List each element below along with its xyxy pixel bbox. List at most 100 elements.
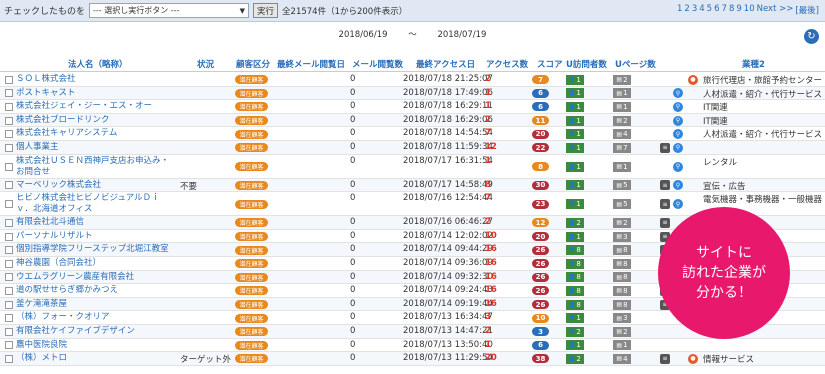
row-checkbox[interactable] xyxy=(5,246,13,255)
table-row[interactable]: ポストキャスト 潜在顧客 0 2018/07/18 17:49:06 1 6 👤 1 ▤ 1 ⚲ 人材… xyxy=(0,86,825,101)
company-name-link[interactable]: 釜ケ滝滝茶屋 xyxy=(16,299,176,310)
company-name-link[interactable]: 有限会社ケイファイブデザイン xyxy=(16,326,176,337)
search-icon[interactable]: ⚲ xyxy=(673,142,683,153)
row-checkbox[interactable] xyxy=(5,89,13,98)
row-checkbox[interactable] xyxy=(5,232,13,241)
table-row[interactable]: 個人事業主 潜在顧客 0 2018/07/18 11:59:34 12 22 👤 1 ▤ 7 ≡ ⚲ xyxy=(0,141,825,155)
col-u-visitors[interactable]: U訪問者数 xyxy=(566,58,607,70)
company-name-link[interactable]: （株）フォー・クオリア xyxy=(16,312,176,323)
tag-icon[interactable]: ● xyxy=(688,74,698,85)
col-u-pages[interactable]: Uページ数 xyxy=(615,58,656,70)
u-pages-badge: ▤ 2 xyxy=(613,326,631,337)
row-checkbox[interactable] xyxy=(5,116,13,125)
page-link[interactable]: 2 xyxy=(684,4,689,16)
company-name-link[interactable]: 個別指導学院フリーステップ北堀江教室 xyxy=(16,244,176,255)
row-checkbox[interactable] xyxy=(5,130,13,139)
industry-text: 旅行代理店・旅館予約センター xyxy=(703,76,823,86)
company-name-link[interactable]: ＳＯＬ株式会社 xyxy=(16,74,176,85)
search-icon[interactable]: ⚲ xyxy=(673,115,683,126)
page-link[interactable]: 10 xyxy=(744,4,755,16)
action-select[interactable]: --- 選択し実行ボタン --- ▼ xyxy=(89,3,250,18)
table-row[interactable]: 鷹中医院良院 潜在顧客 0 2018/07/13 13:50:40 1 6 👤 1 ▤ 1 xyxy=(0,339,825,353)
row-checkbox[interactable] xyxy=(5,314,13,323)
mail-count: 0 xyxy=(350,339,356,350)
document-icon[interactable]: ≡ xyxy=(660,217,670,228)
search-icon[interactable]: ⚲ xyxy=(673,88,683,99)
page-link[interactable]: 8 xyxy=(729,4,734,16)
mail-count: 0 xyxy=(350,244,356,255)
table-row[interactable]: 株式会社ジェイ・ジー・エス・オー 潜在顧客 0 2018/07/18 16:29:11… xyxy=(0,100,825,114)
table-row[interactable]: ＳＯＬ株式会社 潜在顧客 0 2018/07/18 21:25:07 2 7 👤 1 ▤ 2 ● 旅行… xyxy=(0,73,825,87)
search-icon[interactable]: ⚲ xyxy=(673,199,683,210)
search-icon[interactable]: ⚲ xyxy=(673,101,683,112)
company-name-link[interactable]: 鷹中医院良院 xyxy=(16,340,176,351)
company-name-link[interactable]: パーソナルリザルト xyxy=(16,231,176,242)
company-name-link[interactable]: ポストキャスト xyxy=(16,88,176,99)
document-icon[interactable]: ≡ xyxy=(660,142,670,153)
row-checkbox[interactable] xyxy=(5,218,13,227)
date-from[interactable]: 2018/06/19 xyxy=(339,30,388,40)
date-to[interactable]: 2018/07/19 xyxy=(437,30,486,40)
tag-icon[interactable]: ● xyxy=(688,353,698,364)
document-icon[interactable]: ≡ xyxy=(660,180,670,191)
company-name-link[interactable]: マーベリック株式会社 xyxy=(16,180,176,191)
company-name-link[interactable]: 有限会社北斗通信 xyxy=(16,217,176,228)
page-link[interactable]: Next >> xyxy=(757,4,794,16)
company-name-link[interactable]: ヒビノ株式会社ヒビノビジュアルＤｉｖ．北海道オフィス xyxy=(16,193,176,215)
table-row[interactable]: 株式会社ブロードリンク 潜在顧客 0 2018/07/18 16:29:06 2 11 👤 1… xyxy=(0,113,825,128)
company-name-link[interactable]: 株式会社ジェイ・ジー・エス・オー xyxy=(16,101,176,112)
row-checkbox[interactable] xyxy=(5,162,13,171)
col-last-mail[interactable]: 最終メール閲覧日 xyxy=(277,58,345,70)
col-name[interactable]: 法人名（略称） xyxy=(68,58,128,70)
page-link[interactable]: 6 xyxy=(714,4,719,16)
company-name-link[interactable]: ウエムラグリーン農産有限会社 xyxy=(16,272,176,283)
search-icon[interactable]: ⚲ xyxy=(673,161,683,172)
col-score[interactable]: スコア xyxy=(537,58,563,70)
page-link[interactable]: 9 xyxy=(736,4,741,16)
row-checkbox[interactable] xyxy=(5,75,13,84)
company-name-link[interactable]: 個人事業主 xyxy=(16,142,176,153)
table-row[interactable]: （株）メトロ ターゲット外 潜在顧客 0 2018/07/13 11:29:54 20 38… xyxy=(0,352,825,366)
page-link[interactable]: 1 xyxy=(677,4,682,16)
row-checkbox[interactable] xyxy=(5,286,13,295)
row-checkbox[interactable] xyxy=(5,341,13,350)
col-category[interactable]: 顧客区分 xyxy=(236,58,270,70)
row-checkbox[interactable] xyxy=(5,181,13,190)
company-name-link[interactable]: 株式会社キャリアシステム xyxy=(16,128,176,139)
col-last-access[interactable]: 最終アクセス日 xyxy=(416,58,475,70)
table-row[interactable]: 株式会社ＵＳＥＮ西神戸支店お申込み・お問合せ 潜在顧客 0 2018/07/17 16… xyxy=(0,155,825,179)
col-industry[interactable]: 業種2 xyxy=(742,58,765,70)
row-checkbox[interactable] xyxy=(5,273,13,282)
refresh-icon[interactable]: ↻ xyxy=(804,29,819,44)
row-checkbox[interactable] xyxy=(5,102,13,111)
row-checkbox[interactable] xyxy=(5,259,13,268)
row-checkbox[interactable] xyxy=(5,354,13,363)
company-name-link[interactable]: 道の駅せせらぎ郷かみつえ xyxy=(16,285,176,296)
document-icon[interactable]: ≡ xyxy=(660,353,670,364)
page-link[interactable]: [最後] xyxy=(795,4,819,16)
page-link[interactable]: 7 xyxy=(722,4,727,16)
u-pages-badge: ▤ 8 xyxy=(613,285,631,296)
col-mail-count[interactable]: メール閲覧数 xyxy=(352,58,403,70)
search-icon[interactable]: ⚲ xyxy=(673,129,683,140)
search-icon[interactable]: ⚲ xyxy=(673,180,683,191)
document-icon[interactable]: ≡ xyxy=(660,199,670,210)
col-status[interactable]: 状況 xyxy=(197,58,214,70)
table-row[interactable]: マーベリック株式会社 不要 潜在顧客 0 2018/07/17 14:58:49 8 30 👤… xyxy=(0,178,825,193)
company-name-link[interactable]: 株式会社ＵＳＥＮ西神戸支店お申込み・お問合せ xyxy=(16,156,176,178)
table-row[interactable]: 株式会社キャリアシステム 潜在顧客 0 2018/07/18 14:54:54 7 20 👤… xyxy=(0,127,825,141)
page-link[interactable]: 5 xyxy=(707,4,712,16)
execute-button[interactable]: 実行 xyxy=(253,3,279,18)
page-link[interactable]: 3 xyxy=(692,4,697,16)
row-checkbox[interactable] xyxy=(5,200,13,209)
page-link[interactable]: 4 xyxy=(699,4,704,16)
col-access-count[interactable]: アクセス数 xyxy=(486,58,528,70)
company-name-link[interactable]: （株）メトロ xyxy=(16,353,176,364)
row-checkbox[interactable] xyxy=(5,143,13,152)
company-name-link[interactable]: 神谷農園（合同会社） xyxy=(16,258,176,269)
row-checkbox[interactable] xyxy=(5,300,13,309)
page-icon: ▤ xyxy=(616,314,623,322)
row-checkbox[interactable] xyxy=(5,327,13,336)
company-name-link[interactable]: 株式会社ブロードリンク xyxy=(16,115,176,126)
category-badge: 潜在顧客 xyxy=(235,218,268,228)
